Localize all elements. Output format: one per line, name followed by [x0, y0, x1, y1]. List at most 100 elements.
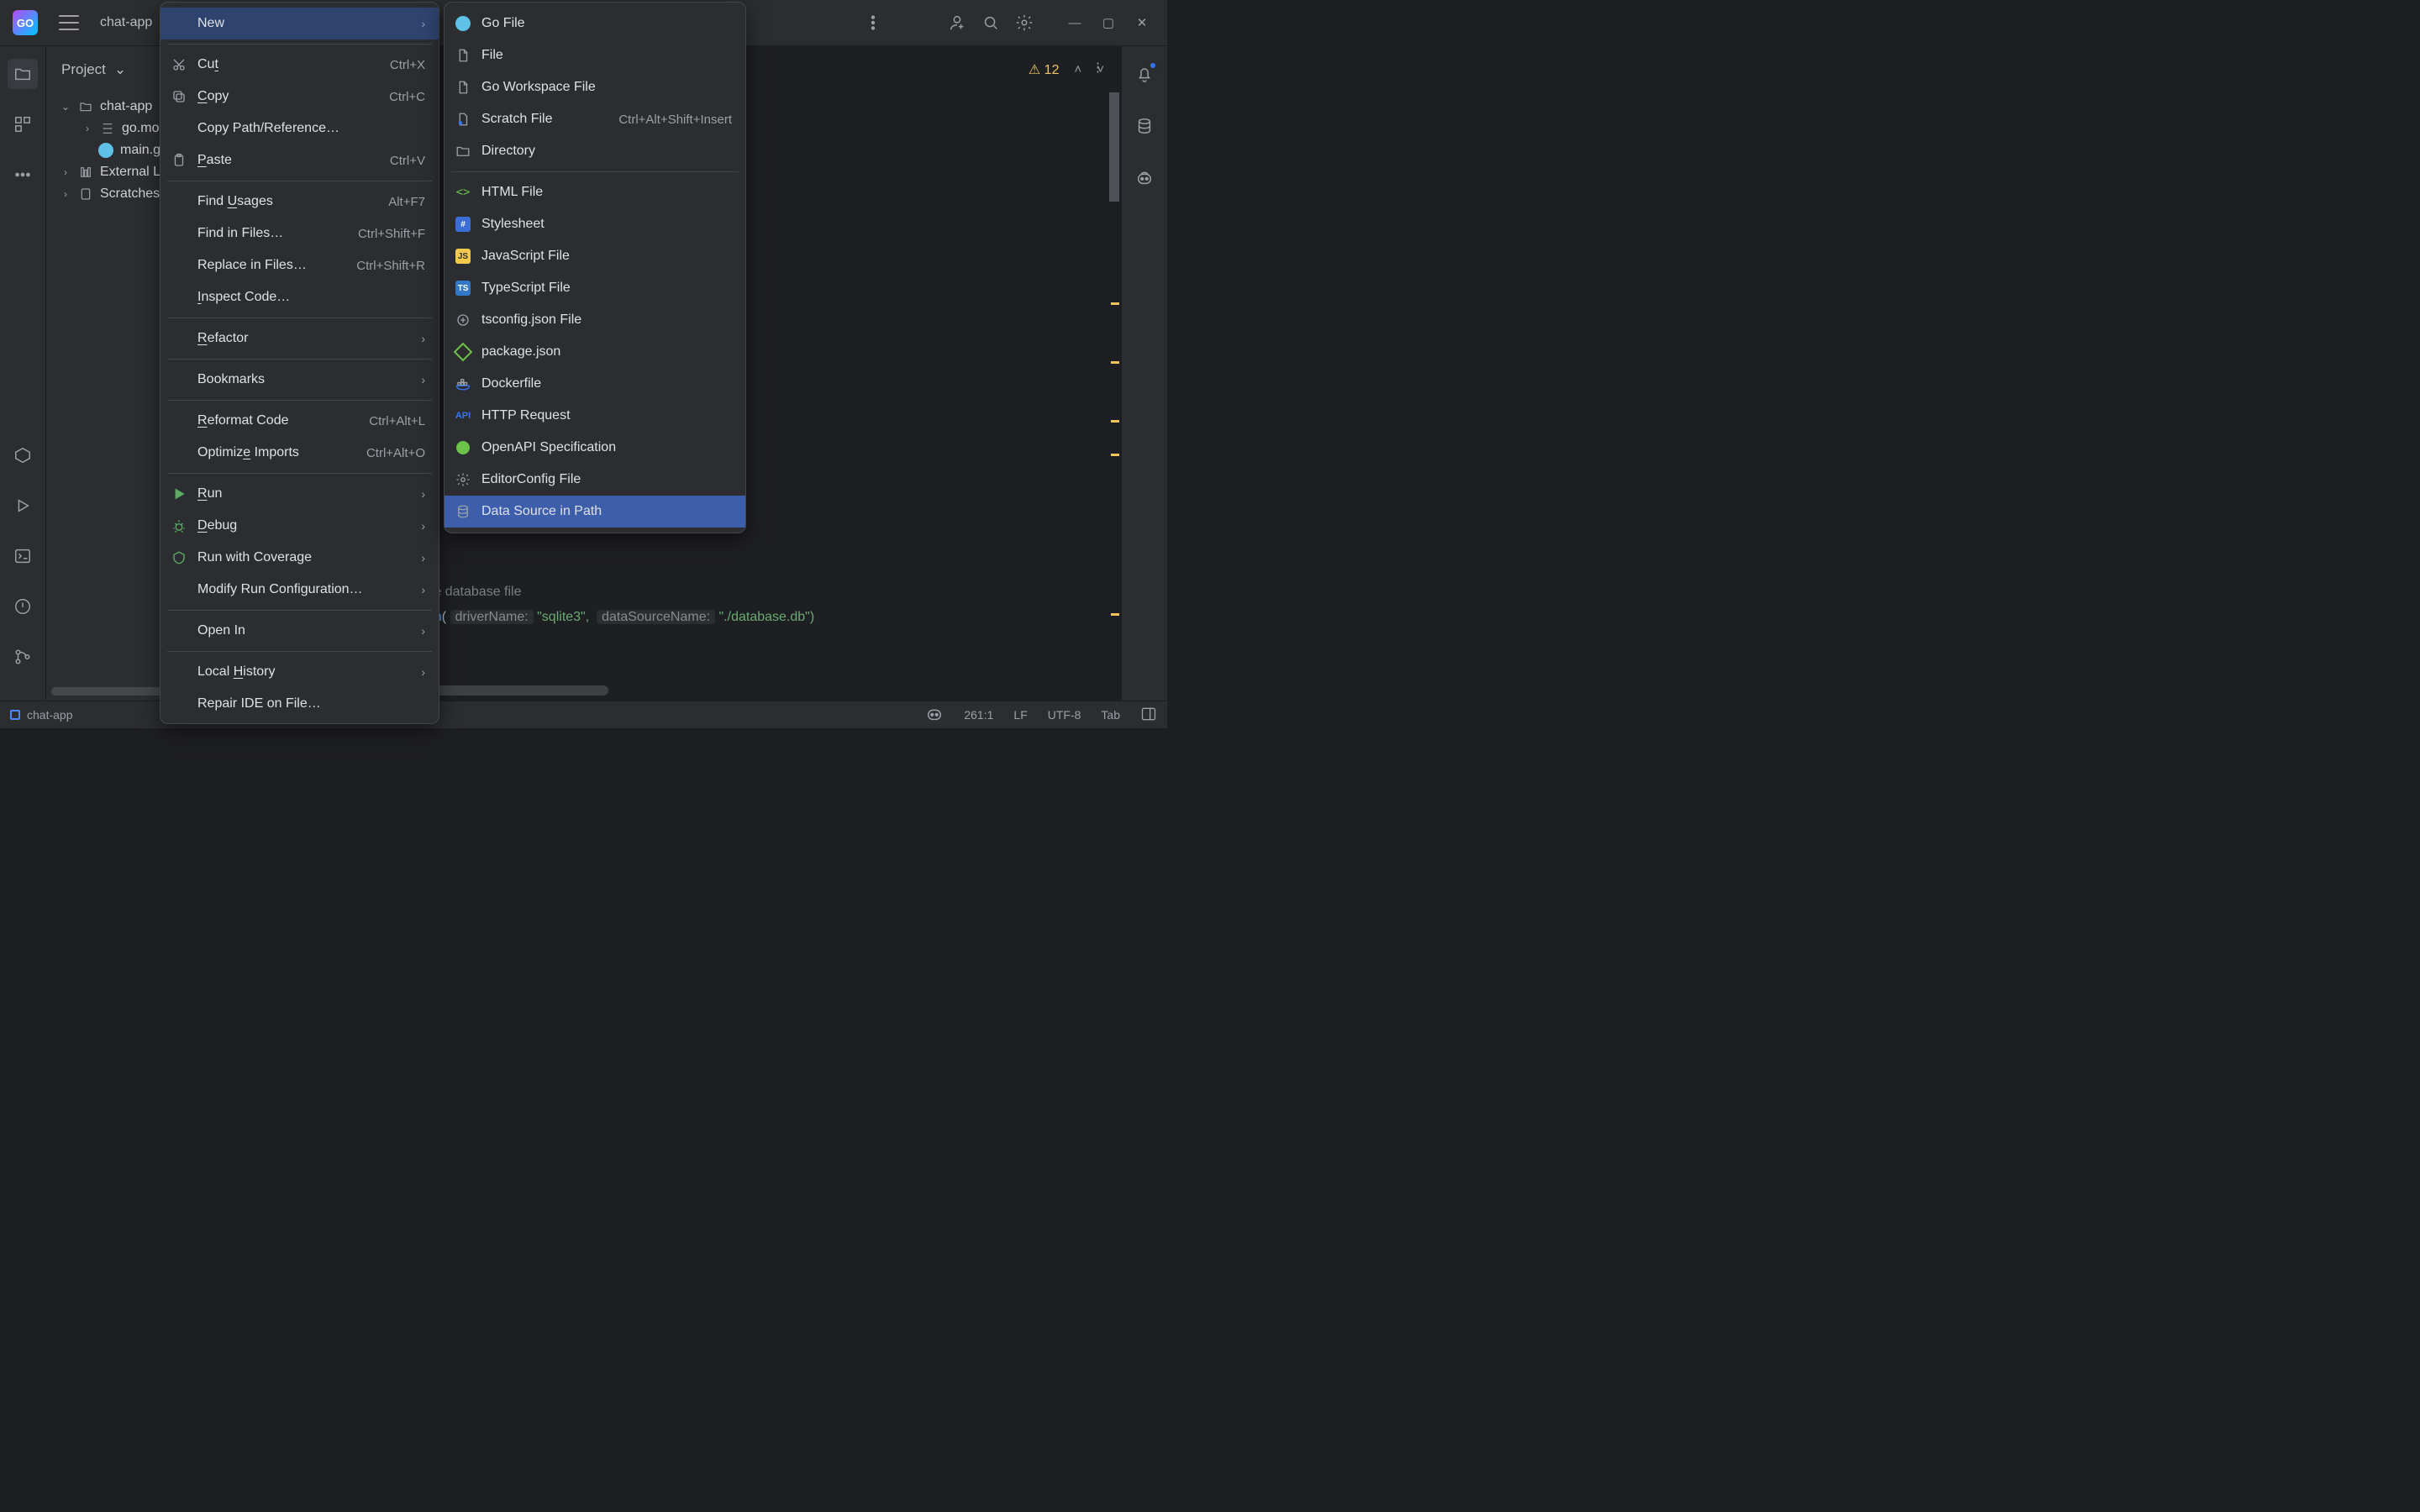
new-item-tsconfig-json-file[interactable]: tsconfig.json File — [445, 304, 745, 336]
menu-item-label: JavaScript File — [481, 249, 732, 264]
menu-shortcut: Ctrl+Alt+Shift+Insert — [618, 113, 732, 127]
main-menu-button[interactable] — [59, 15, 79, 30]
submenu-arrow-icon: › — [421, 583, 425, 596]
new-item-dockerfile[interactable]: Dockerfile — [445, 368, 745, 400]
left-tool-rail — [0, 46, 46, 701]
menu-item-label: Directory — [481, 144, 732, 159]
services-toolwindow-icon[interactable] — [8, 440, 38, 470]
search-everywhere-icon[interactable] — [974, 6, 1007, 39]
reader-mode-icon[interactable] — [1140, 706, 1157, 725]
new-item-data-source-in-path[interactable]: Data Source in Path — [445, 496, 745, 528]
expand-icon[interactable]: › — [60, 188, 71, 200]
structure-toolwindow-icon[interactable] — [8, 109, 38, 139]
menu-item-copy-path-reference[interactable]: Copy Path/Reference… — [160, 113, 439, 144]
code-with-me-icon[interactable] — [940, 6, 974, 39]
new-item-go-file[interactable]: Go File — [445, 8, 745, 39]
blank-icon — [171, 412, 187, 429]
menu-item-find-in-files[interactable]: Find in Files…Ctrl+Shift+F — [160, 218, 439, 249]
run-config-widget[interactable]: chat-app — [10, 708, 72, 722]
menu-item-cut[interactable]: Cut Ctrl+X — [160, 49, 439, 81]
window-minimize-icon[interactable]: — — [1058, 16, 1092, 30]
code-string: "sqlite3", — [537, 610, 589, 624]
menu-item-replace-in-files[interactable]: Replace in Files…Ctrl+Shift+R — [160, 249, 439, 281]
terminal-toolwindow-icon[interactable] — [8, 541, 38, 571]
copilot-toolwindow-icon[interactable] — [1129, 163, 1160, 193]
run-config-icon — [10, 710, 20, 720]
project-toolwindow-icon[interactable] — [8, 59, 38, 89]
indent-settings[interactable]: Tab — [1101, 708, 1120, 722]
blank-icon — [171, 444, 187, 461]
run-toolwindow-icon[interactable] — [8, 491, 38, 521]
menu-item-run[interactable]: Run› — [160, 478, 439, 510]
menu-item-label: Copy Path/Reference… — [197, 121, 425, 136]
api-icon: API — [455, 407, 471, 424]
ts-icon: TS — [455, 280, 471, 297]
more-icon[interactable] — [856, 6, 890, 39]
menu-item-refactor[interactable]: Refactor› — [160, 323, 439, 354]
inlay-hint: dataSourceName: — [597, 610, 715, 624]
new-item-stylesheet[interactable]: #Stylesheet — [445, 208, 745, 240]
go-file-icon — [98, 143, 113, 158]
more-toolwindows-icon[interactable] — [8, 160, 38, 190]
file-encoding[interactable]: UTF-8 — [1048, 708, 1081, 722]
menu-item-run-with-coverage[interactable]: Run with Coverage› — [160, 542, 439, 574]
menu-item-open-in[interactable]: Open In› — [160, 615, 439, 647]
prev-highlight-icon[interactable]: ˄ — [1074, 62, 1081, 76]
menu-item-modify-run-configuration[interactable]: Modify Run Configuration…› — [160, 574, 439, 606]
new-item-go-workspace-file[interactable]: Go Workspace File — [445, 71, 745, 103]
folder-icon — [455, 143, 471, 160]
new-item-package-json[interactable]: package.json — [445, 336, 745, 368]
new-item-html-file[interactable]: <>HTML File — [445, 176, 745, 208]
menu-item-find-usages[interactable]: Find UsagesAlt+F7 — [160, 186, 439, 218]
new-item-openapi-specification[interactable]: OpenAPI Specification — [445, 432, 745, 464]
problems-toolwindow-icon[interactable] — [8, 591, 38, 622]
window-maximize-icon[interactable]: ▢ — [1092, 15, 1125, 30]
menu-item-local-history[interactable]: Local History› — [160, 656, 439, 688]
notifications-icon[interactable] — [1129, 59, 1160, 89]
vcs-toolwindow-icon[interactable] — [8, 642, 38, 672]
copilot-status-icon[interactable] — [925, 705, 944, 726]
menu-item-inspect-code[interactable]: Inspect Code… — [160, 281, 439, 313]
menu-item-paste[interactable]: PasteCtrl+V — [160, 144, 439, 176]
new-item-javascript-file[interactable]: JSJavaScript File — [445, 240, 745, 272]
editor-more-icon[interactable]: ⋮ — [1092, 60, 1104, 75]
new-item-scratch-file[interactable]: Scratch FileCtrl+Alt+Shift+Insert — [445, 103, 745, 135]
menu-item-debug[interactable]: Debug› — [160, 510, 439, 542]
new-item-http-request[interactable]: APIHTTP Request — [445, 400, 745, 432]
menu-item-reformat-code[interactable]: Reformat CodeCtrl+Alt+L — [160, 405, 439, 437]
new-submenu[interactable]: Go File File Go Workspace FileScratch File… — [444, 2, 746, 533]
warning-icon[interactable]: ⚠ 12 — [1028, 61, 1060, 78]
breadcrumb-project[interactable]: chat-app — [100, 15, 152, 30]
paste-icon — [171, 152, 187, 169]
submenu-arrow-icon: › — [421, 373, 425, 386]
menu-item-label: Copy — [197, 89, 354, 104]
expand-icon[interactable]: › — [60, 166, 71, 178]
line-separator[interactable]: LF — [1013, 708, 1027, 722]
menu-item-new[interactable]: New› — [160, 8, 439, 39]
database-toolwindow-icon[interactable] — [1129, 111, 1160, 141]
goland-logo-icon: GO — [13, 10, 38, 35]
menu-shortcut: Ctrl+X — [390, 58, 425, 72]
expand-icon[interactable]: › — [82, 123, 93, 134]
new-item-file[interactable]: File — [445, 39, 745, 71]
menu-item-label: package.json — [481, 344, 732, 360]
caret-position[interactable]: 261:1 — [964, 708, 993, 722]
menu-item-label: File — [481, 48, 732, 63]
menu-item-label: Cut — [197, 57, 355, 72]
context-menu[interactable]: New› Cut Ctrl+X CopyCtrl+C Copy Path/Referen… — [160, 2, 439, 724]
settings-icon[interactable] — [1007, 6, 1041, 39]
menu-item-copy[interactable]: CopyCtrl+C — [160, 81, 439, 113]
new-item-directory[interactable]: Directory — [445, 135, 745, 167]
project-panel-title: Project — [61, 61, 106, 78]
menu-item-label: TypeScript File — [481, 281, 732, 296]
submenu-arrow-icon: › — [421, 551, 425, 564]
new-item-typescript-file[interactable]: TS TypeScript File — [445, 272, 745, 304]
expand-icon[interactable]: ⌄ — [60, 101, 71, 113]
editor-marker-rail[interactable] — [1109, 92, 1121, 701]
window-close-icon[interactable]: ✕ — [1125, 15, 1159, 30]
menu-item-repair-ide-on-file[interactable]: Repair IDE on File… — [160, 688, 439, 720]
new-item-editorconfig-file[interactable]: EditorConfig File — [445, 464, 745, 496]
menu-item-bookmarks[interactable]: Bookmarks› — [160, 364, 439, 396]
menu-item-optimize-imports[interactable]: Optimize ImportsCtrl+Alt+O — [160, 437, 439, 469]
menu-item-label: Find Usages — [197, 194, 353, 209]
